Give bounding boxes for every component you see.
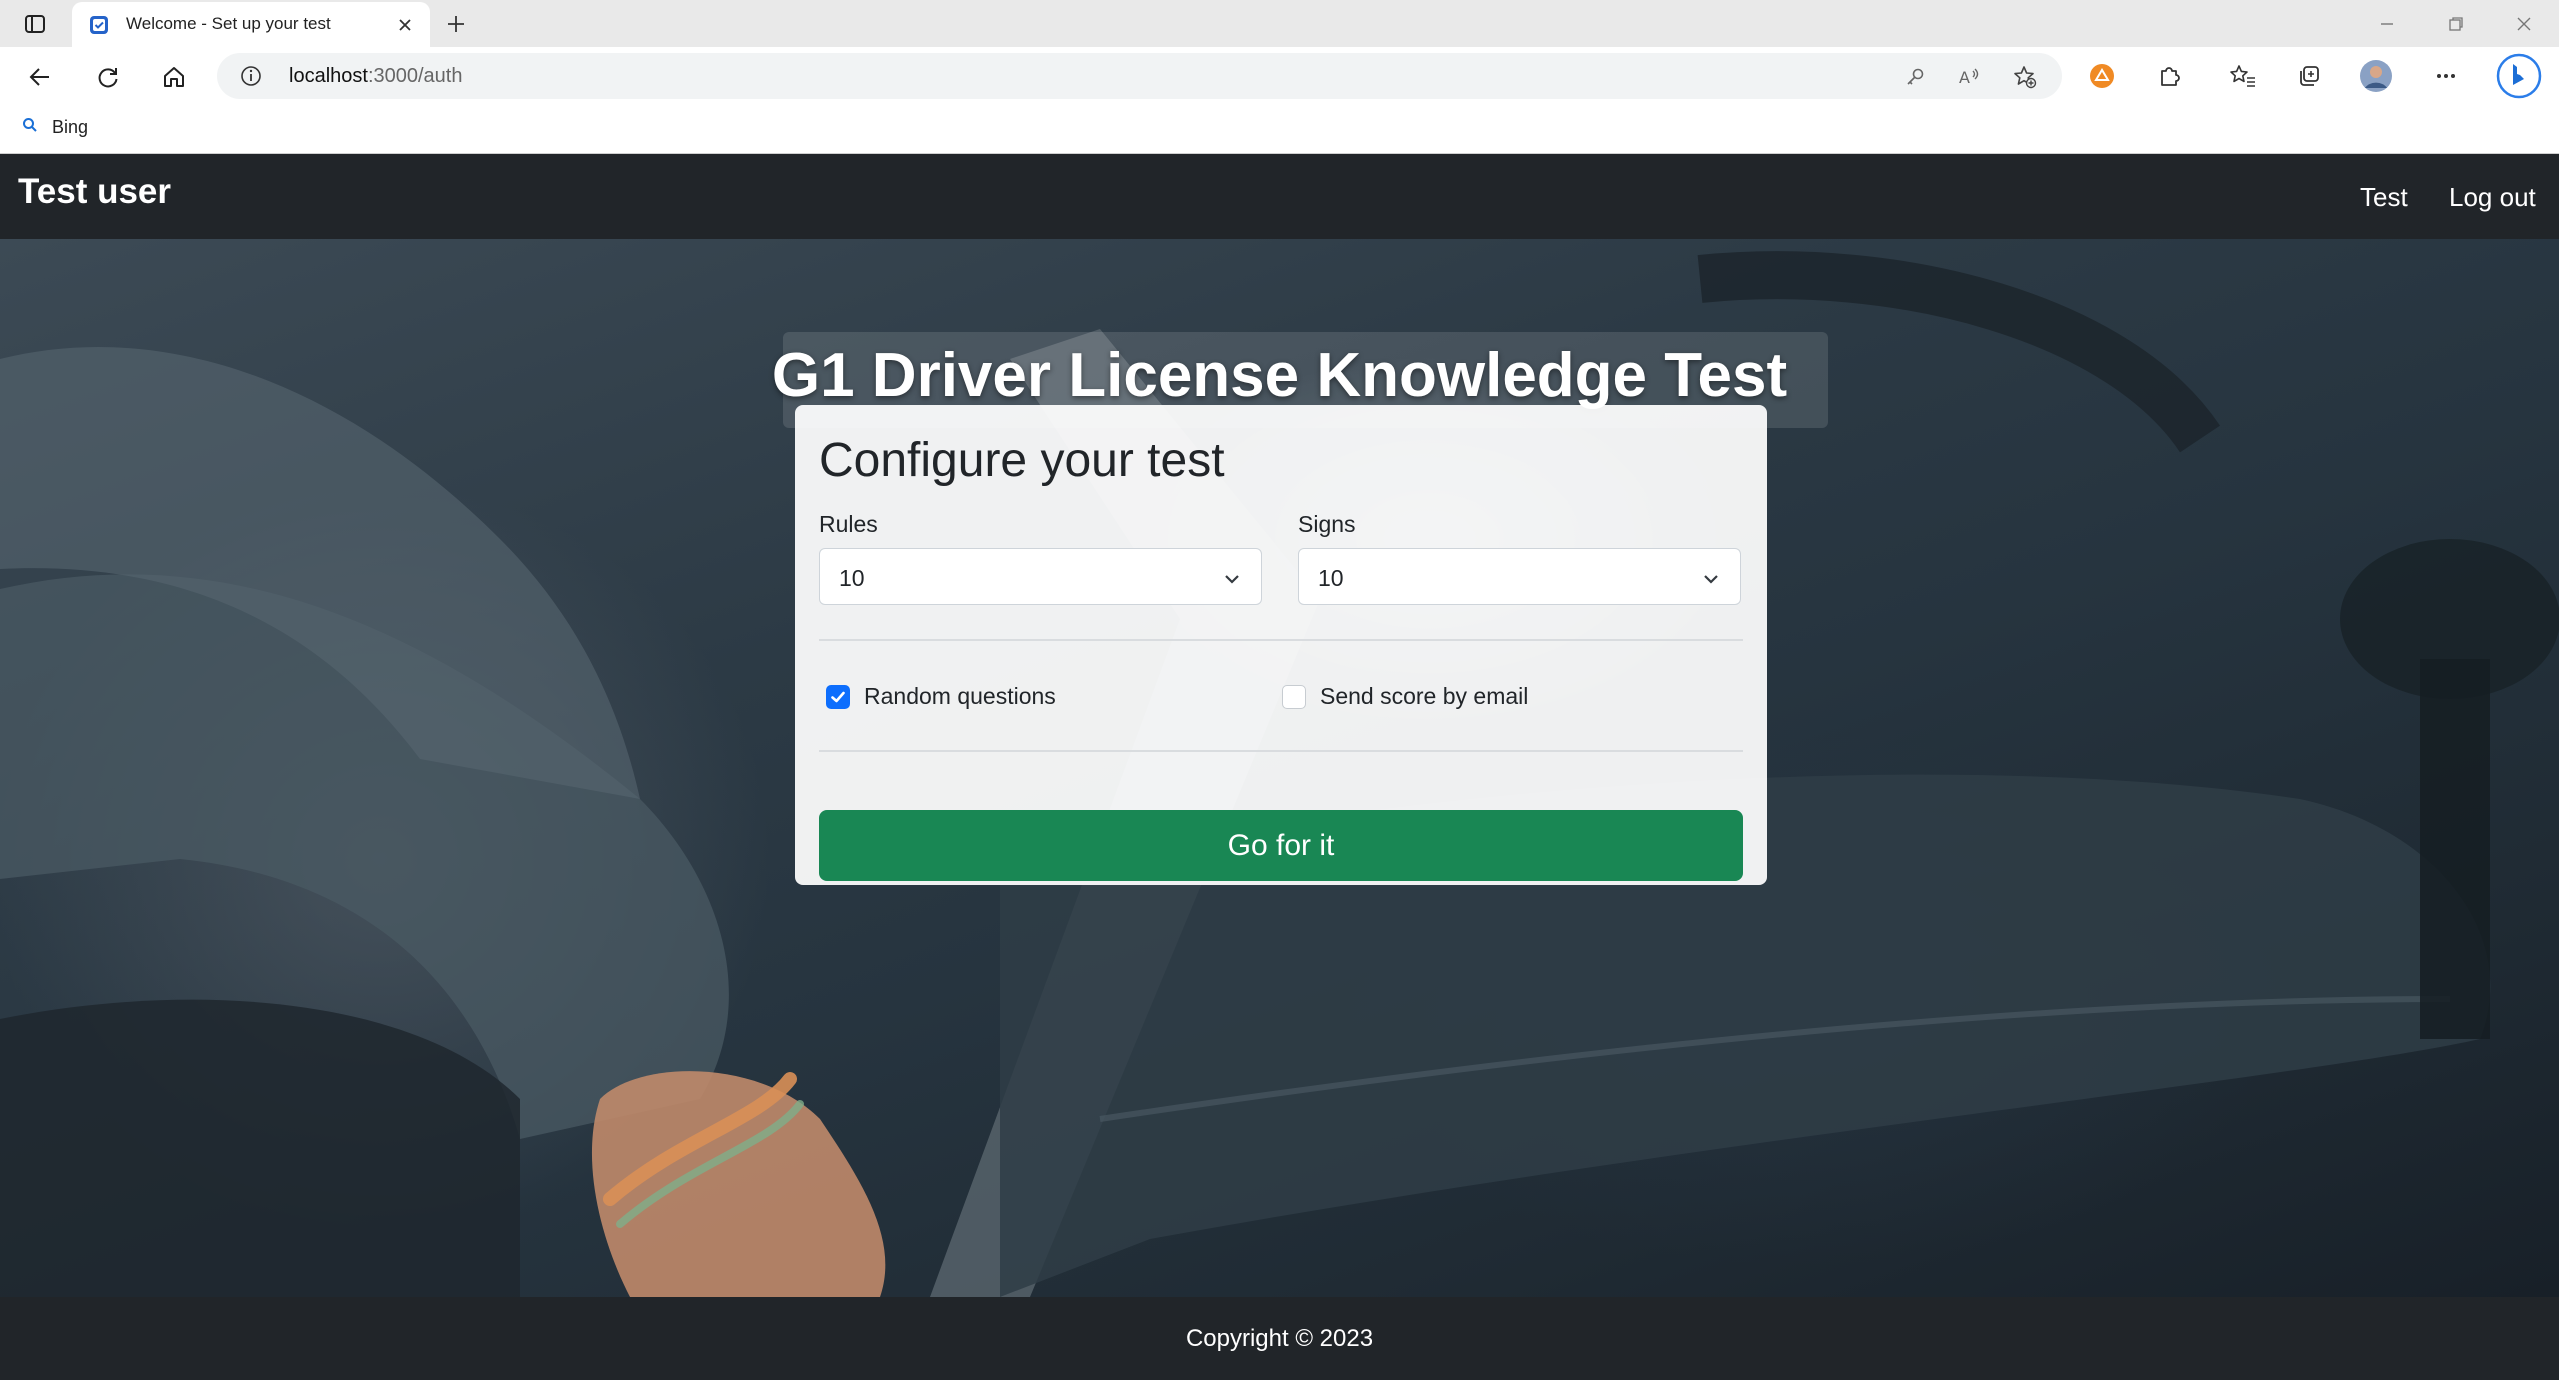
read-aloud-icon[interactable]: A: [1957, 64, 1983, 90]
random-questions-checkbox[interactable]: [826, 684, 850, 709]
nav-link-logout[interactable]: Log out: [2449, 182, 2536, 213]
signs-label: Signs: [1298, 511, 1356, 537]
browser-tab-bar: Welcome - Set up your test: [0, 0, 2559, 47]
key-icon[interactable]: [1902, 64, 1928, 90]
back-arrow-icon[interactable]: [24, 61, 56, 93]
site-info-icon[interactable]: [239, 64, 263, 88]
favorite-bing[interactable]: Bing: [22, 117, 88, 138]
close-window-icon[interactable]: [2509, 10, 2539, 38]
browser-toolbar: localhost:3000/auth A: [0, 47, 2559, 105]
page-viewport: Test user Test Log out G1 Driver License…: [0, 154, 2559, 1380]
rules-label: Rules: [819, 511, 878, 537]
favorites-bar: Bing: [0, 105, 2559, 154]
add-favorite-star-icon[interactable]: [2012, 64, 2038, 90]
profile-avatar-icon[interactable]: [2359, 59, 2393, 93]
rules-select[interactable]: 10: [819, 548, 1262, 605]
url-text[interactable]: localhost:3000/auth: [289, 65, 462, 88]
sidebar-toggle-icon[interactable]: [22, 11, 48, 37]
random-questions-label: Random questions: [864, 683, 1056, 709]
home-icon[interactable]: [158, 61, 190, 93]
extensions-puzzle-icon[interactable]: [2152, 59, 2186, 93]
copyright-text: Copyright © 2023: [1185, 1325, 1374, 1352]
divider: [819, 639, 1743, 641]
random-questions-option[interactable]: Random questions: [826, 683, 1056, 710]
new-tab-plus-icon[interactable]: [442, 10, 470, 38]
signs-select-value: 10: [1318, 565, 1344, 591]
nav-link-test[interactable]: Test: [2360, 182, 2408, 213]
address-bar[interactable]: localhost:3000/auth A: [217, 53, 2062, 99]
go-for-it-label: Go for it: [1227, 829, 1335, 862]
checkbox-favicon-icon: [88, 14, 110, 36]
close-tab-icon[interactable]: [394, 14, 416, 36]
search-icon: [22, 117, 38, 138]
restore-icon[interactable]: [2441, 10, 2471, 38]
minimize-icon[interactable]: [2372, 10, 2402, 38]
top-navbar: Test user Test Log out: [0, 154, 2559, 239]
rules-select-value: 10: [839, 565, 865, 591]
more-menu-icon[interactable]: [2429, 59, 2463, 93]
configure-test-card: Configure your test Rules 10 Signs 10 Ra…: [795, 405, 1767, 885]
page-footer: Copyright © 2023: [0, 1297, 2559, 1380]
page-title: G1 Driver License Knowledge Test: [771, 341, 1788, 410]
divider: [819, 750, 1743, 752]
chevron-down-icon: [1700, 568, 1722, 590]
chevron-down-icon: [1221, 568, 1243, 590]
go-for-it-button[interactable]: Go for it: [819, 810, 1743, 881]
svg-text:A: A: [1959, 68, 1970, 87]
send-score-checkbox[interactable]: [1282, 684, 1306, 709]
card-heading: Configure your test: [819, 434, 1225, 487]
favorite-label: Bing: [52, 117, 89, 137]
favorites-list-icon[interactable]: [2226, 59, 2260, 93]
send-score-option[interactable]: Send score by email: [1282, 683, 1528, 710]
bing-copilot-icon[interactable]: [2496, 53, 2542, 99]
signs-select[interactable]: 10: [1298, 548, 1741, 605]
browser-tab-active[interactable]: Welcome - Set up your test: [72, 2, 430, 47]
refresh-icon[interactable]: [92, 61, 124, 93]
navbar-brand[interactable]: Test user: [18, 172, 171, 212]
extension-orange-icon[interactable]: [2085, 59, 2119, 93]
collections-icon[interactable]: [2292, 59, 2326, 93]
tab-title: Welcome - Set up your test: [126, 14, 331, 33]
send-score-label: Send score by email: [1320, 683, 1529, 709]
